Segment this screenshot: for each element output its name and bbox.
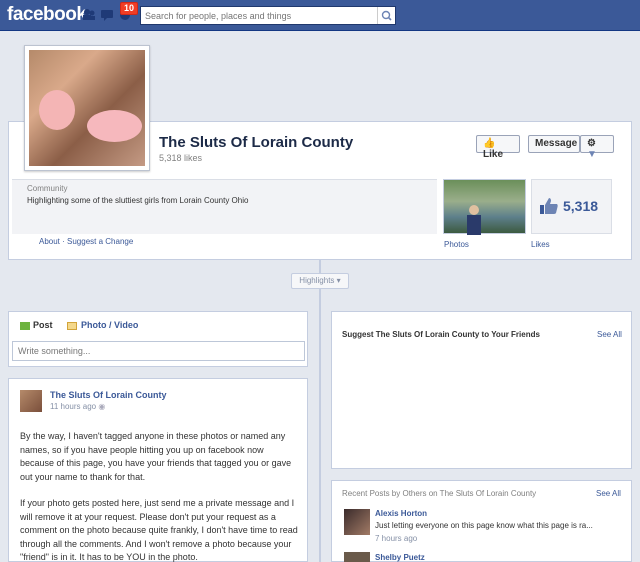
photos-link[interactable]: Photos (444, 240, 469, 249)
messages-icon[interactable] (100, 8, 114, 21)
post-time-text: 11 hours ago (50, 402, 97, 411)
likes-subtext: 5,318 likes (159, 153, 203, 163)
avatar[interactable] (20, 390, 42, 412)
post-paragraph: If your photo gets posted here, just sen… (20, 498, 298, 562)
recent-post-text[interactable]: Just letting everyone on this page know … (375, 521, 593, 530)
about-links: About · Suggest a Change (39, 237, 133, 246)
photos-thumbnail[interactable] (443, 179, 526, 235)
photo-icon (67, 321, 77, 330)
post-body: By the way, I haven't tagged anyone in t… (20, 430, 300, 562)
recent-post-author[interactable]: Shelby Puetz (375, 553, 425, 562)
avatar[interactable] (344, 552, 370, 562)
about-link[interactable]: About (39, 237, 60, 246)
status-icon (20, 321, 30, 330)
recent-see-all-link[interactable]: See All (596, 489, 621, 498)
face-blur (39, 90, 75, 130)
post-paragraph: By the way, I haven't tagged anyone in t… (20, 431, 292, 482)
suggest-see-all-link[interactable]: See All (597, 330, 622, 339)
page-title[interactable]: The Sluts Of Lorain County (159, 134, 353, 151)
thumbs-up-icon: 👍 (483, 138, 496, 149)
settings-dropdown-button[interactable]: ⚙ ▼ (580, 135, 614, 160)
search-icon[interactable] (377, 7, 395, 24)
category-label: Community (27, 184, 68, 193)
recent-post-author[interactable]: Alexis Horton (375, 509, 427, 518)
timeline-spine (319, 260, 321, 562)
friend-requests-icon[interactable] (82, 8, 96, 21)
facebook-logo[interactable]: facebook (7, 4, 87, 26)
profile-picture[interactable] (24, 45, 150, 171)
link-separator: · (59, 237, 68, 246)
recent-posts-title: Recent Posts by Others on The Sluts Of L… (342, 489, 537, 498)
search-input[interactable] (141, 7, 373, 24)
gear-icon: ⚙ (587, 138, 596, 149)
tab-photo-label: Photo / Video (81, 320, 139, 330)
notifications-badge[interactable]: 10 (120, 2, 139, 15)
highlights-dropdown[interactable]: Highlights ▾ (291, 273, 349, 289)
status-input[interactable]: Write something... (12, 341, 305, 361)
thumbs-up-icon (539, 197, 559, 215)
tab-post-label: Post (33, 320, 53, 330)
profile-photo (29, 50, 145, 166)
about-box (12, 179, 437, 234)
suggest-change-link[interactable]: Suggest a Change (67, 237, 133, 246)
globe-icon: ◉ (98, 402, 106, 411)
about-description: Highlighting some of the sluttiest girls… (27, 196, 249, 205)
chevron-down-icon: ▼ (587, 149, 597, 160)
recent-post-time[interactable]: 7 hours ago (375, 534, 417, 543)
tab-photo-video[interactable]: Photo / Video (67, 320, 138, 330)
suggest-title: Suggest The Sluts Of Lorain County to Yo… (342, 330, 540, 339)
top-bar: facebook 10 (0, 0, 640, 31)
tab-post[interactable]: Post (20, 320, 53, 330)
like-button-label: Like (483, 149, 504, 160)
post-author[interactable]: The Sluts Of Lorain County (50, 390, 167, 400)
likes-count[interactable]: 5,318 (563, 198, 598, 214)
post-timestamp[interactable]: 11 hours ago ◉ (50, 402, 105, 411)
likes-link[interactable]: Likes (531, 240, 550, 249)
avatar[interactable] (344, 509, 370, 535)
like-button[interactable]: 👍 Like (476, 135, 520, 160)
message-button[interactable]: Message (528, 135, 580, 153)
highlights-label: Highlights (299, 276, 335, 285)
search-box (140, 6, 396, 25)
face-blur (87, 110, 142, 142)
